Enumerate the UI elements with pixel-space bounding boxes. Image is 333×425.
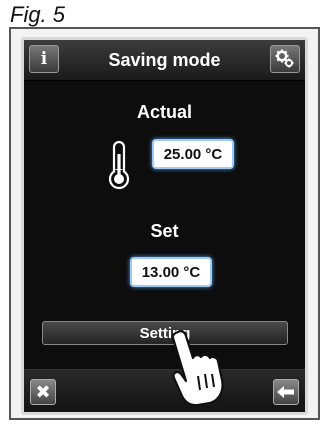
info-button[interactable]: i [29, 45, 59, 73]
info-icon: i [40, 49, 48, 69]
set-temperature-field[interactable]: 13.00 °C [130, 257, 212, 287]
figure-label: Fig. 5 [10, 2, 66, 27]
pointing-hand-icon [171, 330, 224, 406]
thermometer-icon [108, 140, 130, 190]
close-button[interactable]: ✖ [30, 379, 56, 405]
settings-button[interactable] [270, 45, 300, 73]
close-icon: ✖ [35, 381, 51, 402]
back-arrow-icon [277, 386, 294, 398]
page-title: Saving mode [108, 50, 221, 70]
actual-temperature-display: 25.00 °C [152, 139, 234, 169]
set-label: Set [150, 221, 179, 241]
device-screen: i Saving mode Actual 25.00 °C Set 13.00 … [21, 37, 308, 415]
back-button[interactable] [273, 379, 299, 405]
actual-label: Actual [136, 102, 192, 122]
header-bar: i Saving mode [24, 40, 305, 81]
gears-icon [275, 49, 294, 68]
